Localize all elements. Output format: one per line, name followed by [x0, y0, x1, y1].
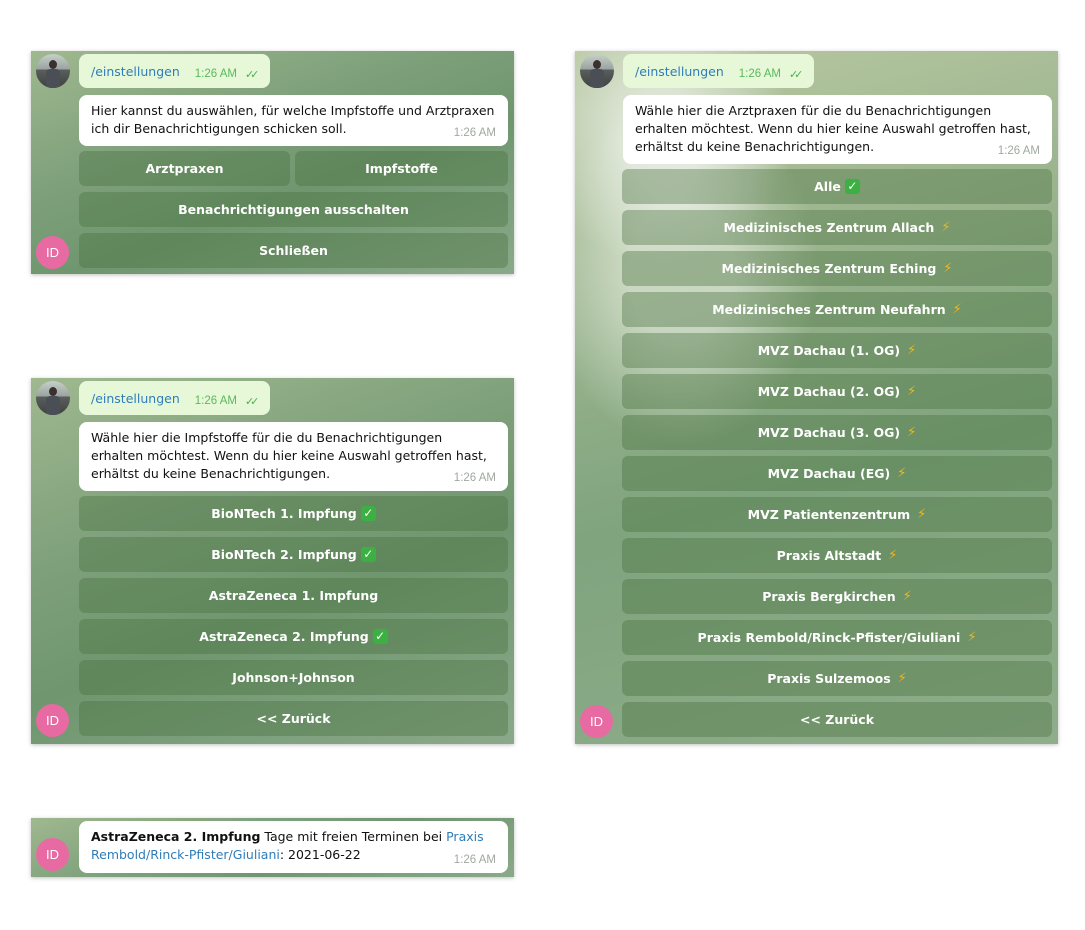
message-time: 1:26 AM — [453, 854, 496, 866]
bot-avatar[interactable]: ID — [36, 704, 69, 737]
bot-message: Wähle hier die Impfstoffe für die du Ben… — [79, 422, 508, 491]
double-check-icon: ✓✓ — [788, 67, 804, 81]
user-avatar[interactable] — [36, 381, 70, 415]
checkmark-icon: ✓ — [360, 506, 376, 521]
practice-button-alle[interactable]: Alle ✓ — [622, 169, 1052, 204]
practice-button-allach[interactable]: Medizinisches Zentrum Allach ⚡ — [622, 210, 1052, 245]
message-time: 1:26 AM — [194, 395, 237, 407]
command-bubble: /einstellungen 1:26 AM ✓✓ — [623, 54, 814, 88]
lightning-icon: ⚡ — [952, 302, 962, 317]
practice-button-altstadt[interactable]: Praxis Altstadt ⚡ — [622, 538, 1052, 573]
practice-button-sulzemoos[interactable]: Praxis Sulzemoos ⚡ — [622, 661, 1052, 696]
lightning-icon: ⚡ — [888, 548, 898, 563]
bot-avatar[interactable]: ID — [36, 236, 69, 269]
lightning-icon: ⚡ — [941, 220, 951, 235]
chat-panel-vaccines: /einstellungen 1:26 AM ✓✓ Wähle hier die… — [31, 378, 514, 744]
vaccine-button-biontech-2[interactable]: BioNTech 2. Impfung ✓ — [79, 537, 508, 572]
practice-button-bergkirchen[interactable]: Praxis Bergkirchen ⚡ — [622, 579, 1052, 614]
checkmark-icon: ✓ — [372, 629, 388, 644]
bot-message: Wähle hier die Arztpraxen für die du Ben… — [623, 95, 1052, 164]
user-avatar[interactable] — [36, 54, 70, 88]
notifications-off-button[interactable]: Benachrichtigungen ausschalten — [79, 192, 508, 227]
vaccine-name: AstraZeneca 2. Impfung — [91, 829, 261, 844]
close-button[interactable]: Schließen — [79, 233, 508, 268]
user-avatar[interactable] — [580, 54, 614, 88]
lightning-icon: ⚡ — [907, 343, 917, 358]
command-text[interactable]: /einstellungen — [91, 391, 180, 406]
notification-message: AstraZeneca 2. Impfung Tage mit freien T… — [79, 821, 508, 873]
chat-panel-practices: /einstellungen 1:26 AM ✓✓ Wähle hier die… — [575, 51, 1058, 744]
vaccine-button-biontech-1[interactable]: BioNTech 1. Impfung ✓ — [79, 496, 508, 531]
command-bubble: /einstellungen 1:26 AM ✓✓ — [79, 381, 270, 415]
arztpraxen-button[interactable]: Arztpraxen — [79, 151, 290, 186]
lightning-icon: ⚡ — [967, 630, 977, 645]
checkmark-icon: ✓ — [360, 547, 376, 562]
practice-button-neufahrn[interactable]: Medizinisches Zentrum Neufahrn ⚡ — [622, 292, 1052, 327]
impfstoffe-button[interactable]: Impfstoffe — [295, 151, 508, 186]
chat-panel-notification: AstraZeneca 2. Impfung Tage mit freien T… — [31, 818, 514, 877]
back-button[interactable]: << Zurück — [622, 702, 1052, 737]
bot-message: Hier kannst du auswählen, für welche Imp… — [79, 95, 508, 146]
bot-avatar[interactable]: ID — [580, 705, 613, 738]
message-text: Wähle hier die Impfstoffe für die du Ben… — [91, 430, 487, 481]
message-text: Hier kannst du auswählen, für welche Imp… — [91, 103, 495, 136]
practice-button-dachau-3og[interactable]: MVZ Dachau (3. OG) ⚡ — [622, 415, 1052, 450]
lightning-icon: ⚡ — [897, 671, 907, 686]
bot-avatar[interactable]: ID — [36, 838, 69, 871]
message-text: Wähle hier die Arztpraxen für die du Ben… — [635, 103, 1031, 154]
lightning-icon: ⚡ — [897, 466, 907, 481]
practice-button-rembold[interactable]: Praxis Rembold/Rinck-Pfister/Giuliani ⚡ — [622, 620, 1052, 655]
double-check-icon: ✓✓ — [244, 394, 260, 408]
practice-button-dachau-1og[interactable]: MVZ Dachau (1. OG) ⚡ — [622, 333, 1052, 368]
command-text[interactable]: /einstellungen — [91, 64, 180, 79]
checkmark-icon: ✓ — [844, 179, 860, 194]
message-time: 1:26 AM — [997, 145, 1040, 157]
lightning-icon: ⚡ — [917, 507, 927, 522]
lightning-icon: ⚡ — [907, 425, 917, 440]
command-text[interactable]: /einstellungen — [635, 64, 724, 79]
lightning-icon: ⚡ — [943, 261, 953, 276]
vaccine-button-astrazeneca-2[interactable]: AstraZeneca 2. Impfung ✓ — [79, 619, 508, 654]
chat-panel-settings: /einstellungen 1:26 AM ✓✓ Hier kannst du… — [31, 51, 514, 274]
practice-button-patientenzentrum[interactable]: MVZ Patientenzentrum ⚡ — [622, 497, 1052, 532]
vaccine-button-johnson[interactable]: Johnson+Johnson — [79, 660, 508, 695]
practice-button-dachau-eg[interactable]: MVZ Dachau (EG) ⚡ — [622, 456, 1052, 491]
lightning-icon: ⚡ — [907, 384, 917, 399]
vaccine-button-astrazeneca-1[interactable]: AstraZeneca 1. Impfung — [79, 578, 508, 613]
command-bubble: /einstellungen 1:26 AM ✓✓ — [79, 54, 270, 88]
double-check-icon: ✓✓ — [244, 67, 260, 81]
notification-text: Tage mit freien Terminen bei — [260, 829, 447, 844]
message-time: 1:26 AM — [738, 68, 781, 80]
message-time: 1:26 AM — [194, 68, 237, 80]
lightning-icon: ⚡ — [902, 589, 912, 604]
message-time: 1:26 AM — [453, 127, 496, 139]
practice-button-dachau-2og[interactable]: MVZ Dachau (2. OG) ⚡ — [622, 374, 1052, 409]
back-button[interactable]: << Zurück — [79, 701, 508, 736]
practice-button-eching[interactable]: Medizinisches Zentrum Eching ⚡ — [622, 251, 1052, 286]
message-time: 1:26 AM — [453, 472, 496, 484]
date-text: : 2021-06-22 — [279, 847, 361, 862]
